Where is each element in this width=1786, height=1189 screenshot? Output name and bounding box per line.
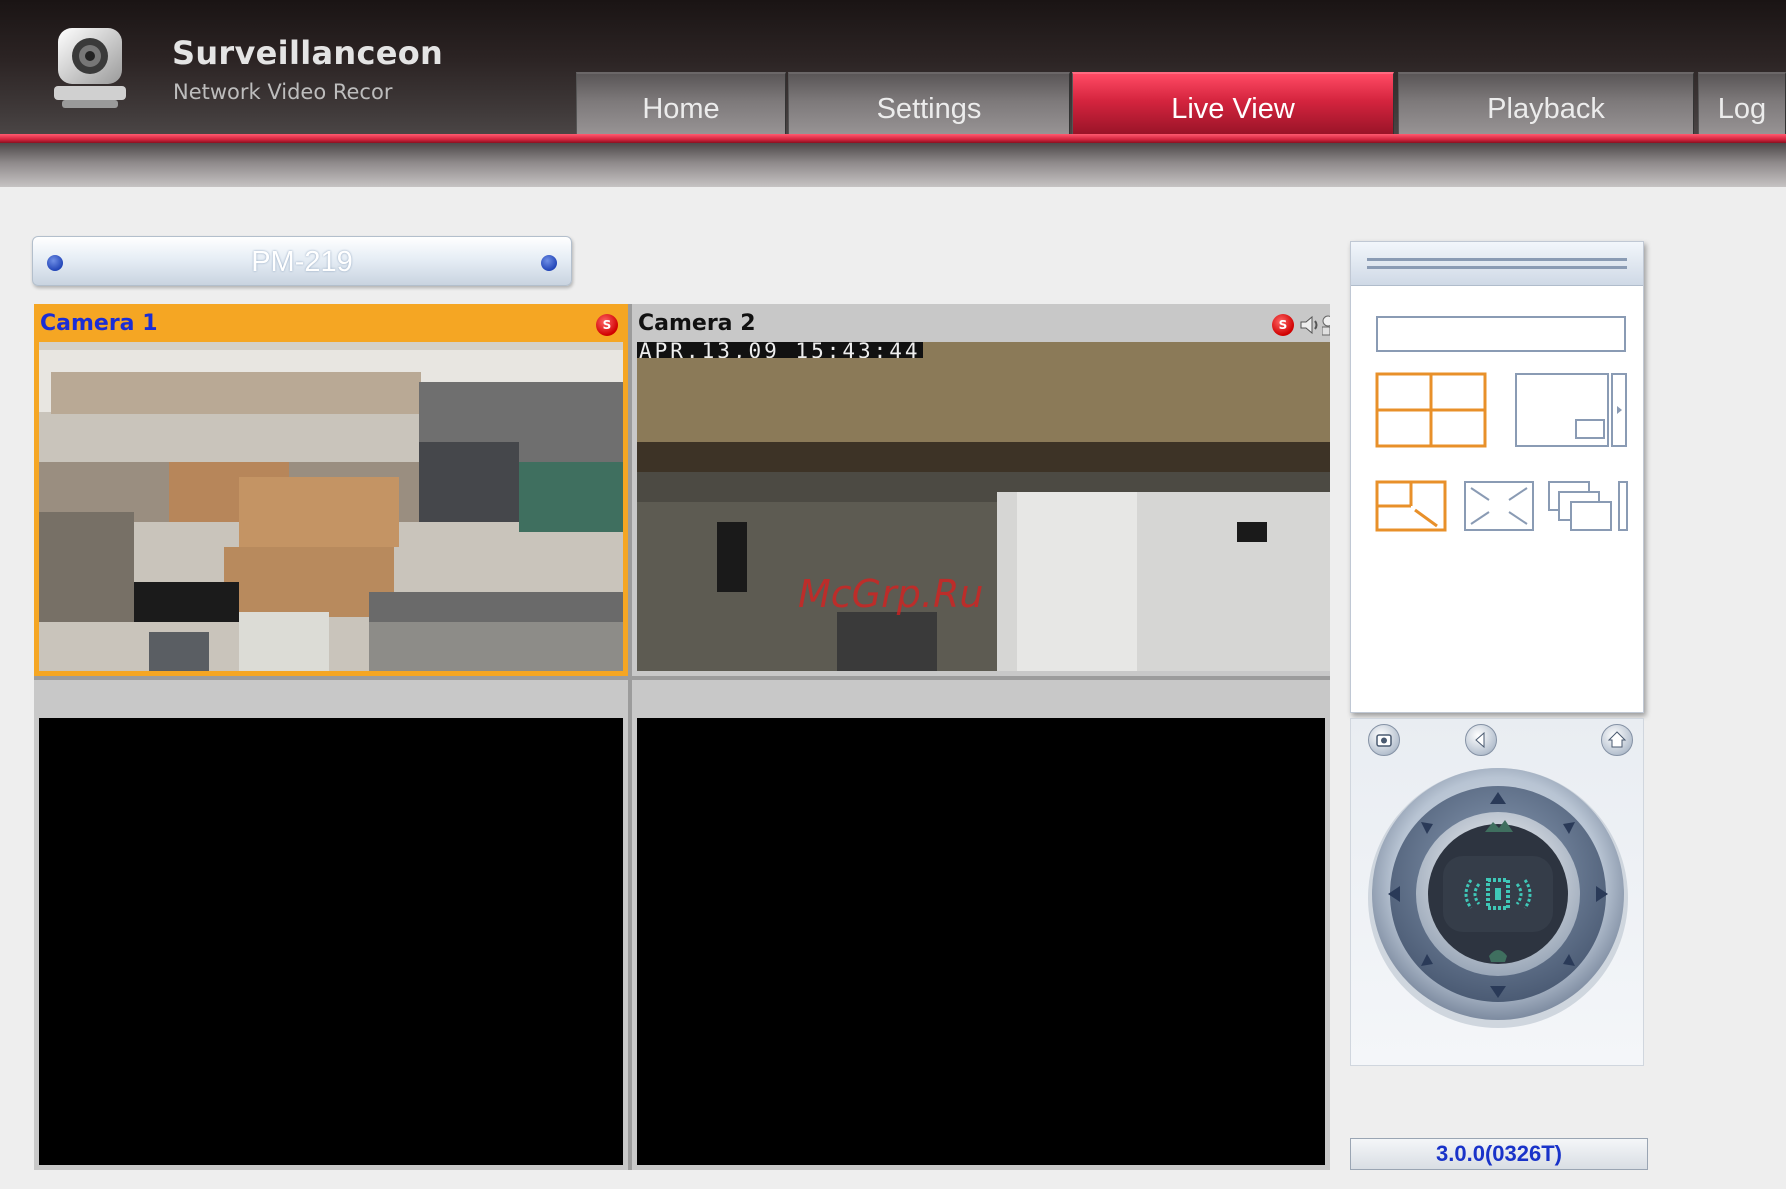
ptz-joystick[interactable]: [1355, 760, 1641, 1050]
layout-name-field[interactable]: [1376, 316, 1626, 352]
camera-2-scene-image: [637, 342, 1330, 671]
snapshot-icon: [1376, 734, 1392, 747]
camera-title: [632, 680, 1330, 718]
camera-video-feed[interactable]: [637, 718, 1325, 1165]
camera-title: Camera 2: [632, 304, 1330, 342]
camera-title: Camera 1: [34, 304, 628, 342]
fullscreen-view-icon[interactable]: [1463, 480, 1535, 532]
device-name: PM-219: [251, 246, 353, 278]
camera-cell-4[interactable]: [632, 680, 1330, 1170]
camera-video-feed[interactable]: [39, 718, 623, 1165]
user-icon[interactable]: [1322, 313, 1330, 337]
tab-home[interactable]: Home: [576, 72, 786, 134]
back-icon: [1475, 731, 1485, 749]
camera-title: [34, 680, 628, 718]
home-button[interactable]: [1601, 724, 1633, 756]
camera-cell-2[interactable]: Camera 2 S APR.13,09 15:43:44: [632, 304, 1330, 676]
snapshot-button[interactable]: [1368, 724, 1400, 756]
quad-view-icon[interactable]: [1375, 372, 1487, 448]
watermark-text: McGrp.Ru: [798, 572, 984, 616]
audio-speaker-icon[interactable]: [1298, 313, 1322, 337]
camera-video-feed[interactable]: [39, 342, 623, 671]
header-sub-bar: [0, 143, 1786, 187]
app-header: Surveillanceon Network Video Recor Home …: [0, 0, 1786, 134]
camera-1-scene-image: [39, 342, 623, 671]
camera-osd-timestamp: APR.13,09 15:43:44: [637, 342, 923, 358]
camera-grid: Camera 1 S Camera 2 S APR.13,09 15:43:44: [34, 304, 1330, 1170]
record-status-icon[interactable]: S: [596, 314, 618, 336]
tab-log[interactable]: Log: [1698, 72, 1786, 134]
custom-resize-view-icon[interactable]: [1375, 480, 1447, 532]
version-label: 3.0.0(0326T): [1350, 1138, 1648, 1170]
layout-panel: [1350, 241, 1644, 713]
device-next-dot-icon[interactable]: [541, 255, 557, 271]
record-status-icon[interactable]: S: [1272, 314, 1294, 336]
camera-cell-3[interactable]: [34, 680, 628, 1170]
camera-cell-1[interactable]: Camera 1 S: [34, 304, 628, 676]
camera-logo-icon: [54, 28, 126, 108]
tab-settings[interactable]: Settings: [788, 72, 1070, 134]
header-accent-stripe: [0, 134, 1786, 143]
layout-panel-header: [1351, 242, 1643, 286]
tab-playback[interactable]: Playback: [1398, 72, 1694, 134]
single-view-strip-icon[interactable]: [1514, 372, 1628, 448]
device-selector[interactable]: PM-219: [32, 236, 572, 286]
brand-title: Surveillanceon: [172, 34, 444, 72]
brand-subtitle: Network Video Recor: [173, 80, 393, 104]
back-button[interactable]: [1465, 724, 1497, 756]
multi-window-view-icon[interactable]: [1547, 480, 1629, 532]
home-icon: [1607, 731, 1627, 748]
tab-live-view[interactable]: Live View: [1072, 72, 1394, 134]
camera-video-feed[interactable]: APR.13,09 15:43:44: [637, 342, 1330, 671]
